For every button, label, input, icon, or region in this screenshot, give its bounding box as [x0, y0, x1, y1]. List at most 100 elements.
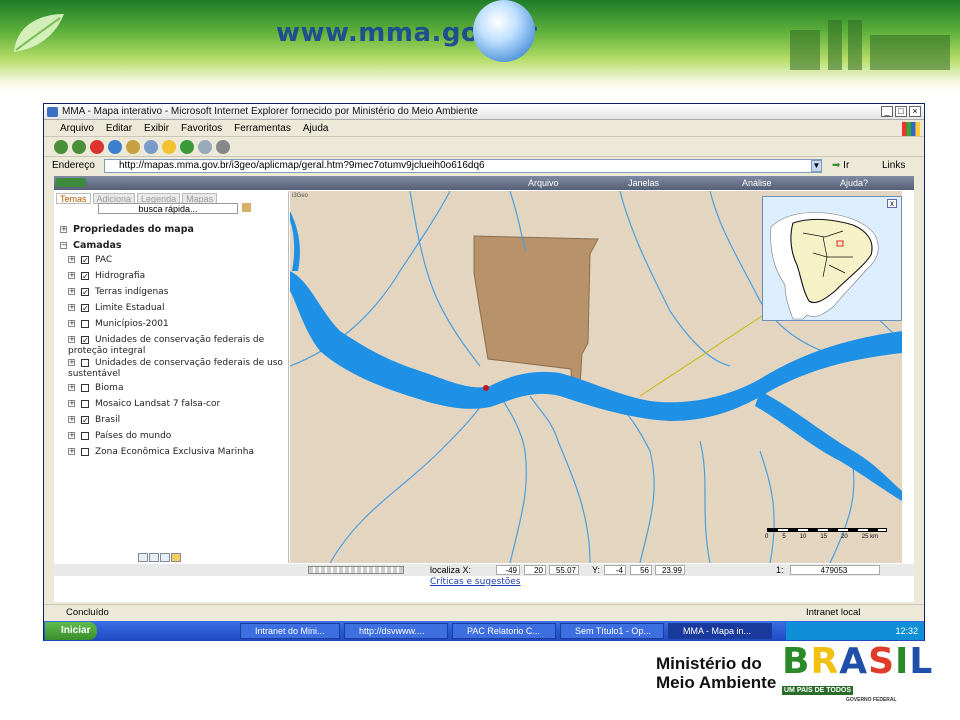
- panel-tool-icon[interactable]: [171, 553, 181, 562]
- panel-tool-icon[interactable]: [160, 553, 170, 562]
- menu-favoritos[interactable]: Favoritos: [181, 121, 222, 136]
- taskbar-item-active[interactable]: MMA - Mapa in...: [668, 623, 772, 639]
- y-minutes-input[interactable]: 56: [630, 565, 652, 575]
- print-icon[interactable]: [216, 140, 230, 154]
- scale-input[interactable]: 479053: [790, 565, 880, 575]
- app-menu-arquivo[interactable]: Arquivo: [528, 176, 559, 190]
- layer-item[interactable]: + Municípios-2001: [68, 319, 169, 329]
- search-icon[interactable]: [144, 140, 158, 154]
- panel-tool-icon[interactable]: [138, 553, 148, 562]
- history-icon[interactable]: [180, 140, 194, 154]
- layer-item[interactable]: + ✓ Hidrografia: [68, 271, 145, 281]
- layer-item[interactable]: + Bioma: [68, 383, 123, 393]
- x-minutes-input[interactable]: 20: [524, 565, 546, 575]
- overview-drawing: [770, 212, 879, 320]
- panel-tool-icon[interactable]: [149, 553, 159, 562]
- menu-arquivo[interactable]: Arquivo: [60, 121, 94, 136]
- taskbar-item[interactable]: PAC Relatorio C...: [452, 623, 556, 639]
- address-input[interactable]: http://mapas.mma.gov.br/i3geo/aplicmap/g…: [104, 159, 822, 173]
- layer-checkbox[interactable]: ✓: [81, 303, 89, 312]
- scale-tick: 20: [841, 534, 848, 540]
- menu-ajuda[interactable]: Ajuda: [303, 121, 329, 136]
- address-dropdown-icon[interactable]: ▼: [811, 160, 822, 172]
- scale-tick: 15: [820, 534, 828, 540]
- system-tray: 12:32: [786, 622, 924, 640]
- home-icon[interactable]: [126, 140, 140, 154]
- layer-checkbox[interactable]: [81, 431, 89, 440]
- layer-checkbox[interactable]: [81, 383, 89, 392]
- map-marker[interactable]: [483, 385, 489, 391]
- minimize-button[interactable]: _: [881, 106, 893, 117]
- expand-icon[interactable]: +: [60, 226, 67, 233]
- go-button[interactable]: ➡ Ir: [832, 158, 849, 174]
- overview-map[interactable]: x: [762, 196, 902, 321]
- search-go-icon[interactable]: [242, 203, 251, 212]
- building-silhouette-icon: [790, 20, 950, 70]
- collapse-icon[interactable]: −: [60, 242, 67, 249]
- close-button[interactable]: ×: [909, 106, 921, 117]
- layer-item[interactable]: + Mosaico Landsat 7 falsa-cor: [68, 399, 220, 409]
- stop-icon[interactable]: [90, 140, 104, 154]
- x-degrees-input[interactable]: -49: [496, 565, 520, 575]
- mail-icon[interactable]: [198, 140, 212, 154]
- layer-item[interactable]: + Países do mundo: [68, 431, 171, 441]
- layer-checkbox[interactable]: [81, 447, 89, 456]
- zoom-slider-icon[interactable]: [308, 566, 404, 574]
- app-menu-analise[interactable]: Análise: [742, 176, 772, 190]
- layers-panel: Temas Adiciona Legenda Mapas busca rápid…: [54, 191, 289, 563]
- layer-checkbox[interactable]: ✓: [81, 287, 89, 296]
- back-icon[interactable]: [54, 140, 68, 154]
- mma-banner: www.mma.gov.br: [0, 0, 960, 92]
- layer-checkbox[interactable]: ✓: [81, 415, 89, 424]
- pac-road-line: [639, 315, 763, 397]
- scale-bar: 0 5 10 15 20 25 km: [765, 528, 892, 554]
- layer-item[interactable]: + Unidades de conservação federais de uso…: [68, 358, 283, 380]
- layer-item[interactable]: + Zona Econômica Exclusiva Marinha: [68, 447, 283, 458]
- tree-layers[interactable]: − Camadas: [60, 240, 122, 251]
- layer-checkbox[interactable]: [81, 399, 89, 408]
- properties-label: Propriedades do mapa: [73, 224, 194, 235]
- layer-checkbox[interactable]: [81, 319, 89, 328]
- menu-editar[interactable]: Editar: [106, 121, 132, 136]
- indigenous-territory[interactable]: [473, 235, 599, 395]
- layer-item[interactable]: + ✓ Terras indígenas: [68, 287, 168, 297]
- start-button[interactable]: Iniciar: [45, 622, 97, 640]
- search-input[interactable]: busca rápida...: [98, 203, 238, 214]
- scale-tick: 25 km: [861, 534, 879, 540]
- favorites-icon[interactable]: [162, 140, 176, 154]
- leaf-logo-icon: [14, 14, 64, 52]
- layer-item[interactable]: + ✓ Unidades de conservação federais de pr…: [68, 335, 283, 357]
- layer-checkbox[interactable]: ✓: [81, 255, 89, 264]
- browser-toolbar: [44, 138, 924, 157]
- app-menu-ajuda[interactable]: Ajuda?: [840, 176, 868, 190]
- brasil-gov: GOVERNO FEDERAL: [846, 697, 897, 703]
- criticas-link[interactable]: Críticas e sugestões: [430, 577, 521, 587]
- tab-temas[interactable]: Temas: [56, 193, 91, 204]
- taskbar-item[interactable]: Sem Título1 - Op...: [560, 623, 664, 639]
- layer-item[interactable]: + ✓ Brasil: [68, 415, 120, 425]
- layer-item[interactable]: + ✓ Limite Estadual: [68, 303, 165, 313]
- refresh-icon[interactable]: [108, 140, 122, 154]
- address-bar: Endereço http://mapas.mma.gov.br/i3geo/a…: [44, 158, 924, 174]
- y-seconds-input[interactable]: 23.99: [655, 565, 685, 575]
- menu-exibir[interactable]: Exibir: [144, 121, 169, 136]
- y-degrees-input[interactable]: -4: [604, 565, 626, 575]
- layer-checkbox[interactable]: ✓: [81, 271, 89, 280]
- tree-properties[interactable]: + Propriedades do mapa: [60, 224, 194, 235]
- maximize-button[interactable]: □: [895, 106, 907, 117]
- app-menu-janelas[interactable]: Janelas: [628, 176, 659, 190]
- layer-item[interactable]: + ✓ PAC: [68, 255, 112, 265]
- localiza-label: localiza X:: [430, 565, 472, 575]
- menu-ferramentas[interactable]: Ferramentas: [234, 121, 291, 136]
- forward-icon[interactable]: [72, 140, 86, 154]
- localiza-bar: localiza X: -49 20 55.07 Y: -4 56 23.99 …: [54, 564, 914, 576]
- ministry-logo: Ministério do Meio Ambiente: [656, 654, 776, 692]
- taskbar-item[interactable]: http://dsvwww....: [344, 623, 448, 639]
- overview-close-button[interactable]: x: [887, 199, 897, 208]
- links-button[interactable]: Links: [882, 158, 905, 174]
- x-seconds-input[interactable]: 55.07: [549, 565, 579, 575]
- layer-checkbox[interactable]: ✓: [81, 335, 89, 344]
- taskbar-item[interactable]: Intranet do Mini...: [240, 623, 340, 639]
- menu-bar: Arquivo Editar Exibir Favoritos Ferramen…: [44, 121, 924, 137]
- layer-checkbox[interactable]: [81, 358, 89, 367]
